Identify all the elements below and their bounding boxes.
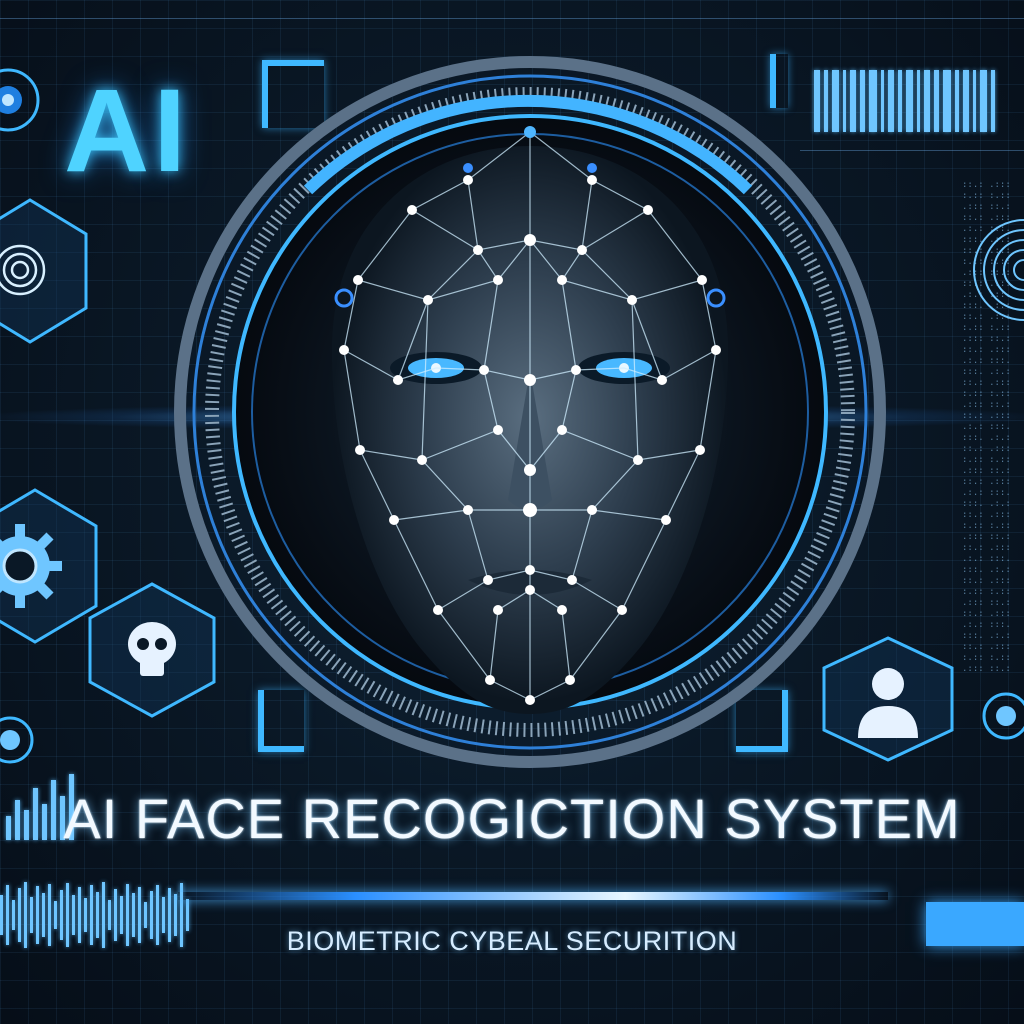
eye-icon-left: [0, 716, 34, 764]
accent-bar-right: [926, 902, 1024, 946]
system-subtitle: BIOMETRIC CYBEAL SECURITION: [286, 926, 738, 956]
face-scan-icon: [174, 56, 886, 768]
eye-icon-right: [982, 692, 1024, 740]
top-rule: [0, 18, 1024, 19]
orb-icon-top-left: [0, 68, 40, 132]
system-title: AI FACE RECOGICTION SYSTEM: [63, 787, 961, 850]
fingerprint-hex-icon: [0, 198, 88, 344]
title-underline-glow: [178, 892, 888, 900]
fingerprint-icon-right: [973, 219, 1024, 321]
